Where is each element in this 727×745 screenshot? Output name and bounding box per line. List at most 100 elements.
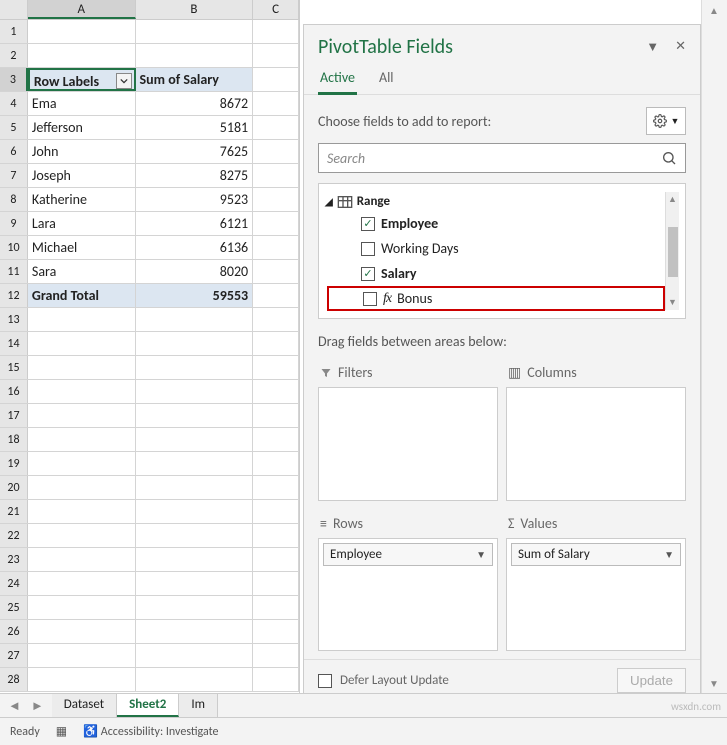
cell[interactable] xyxy=(253,188,299,211)
cell[interactable] xyxy=(253,260,299,283)
row-header[interactable]: 5 xyxy=(0,116,28,139)
cell[interactable] xyxy=(253,524,299,547)
col-header-c[interactable]: C xyxy=(253,0,299,19)
tab-active[interactable]: Active xyxy=(318,63,357,95)
cell[interactable]: Row Labels xyxy=(28,68,136,91)
row-header[interactable]: 25 xyxy=(0,596,28,619)
cell[interactable] xyxy=(28,548,136,571)
cell[interactable] xyxy=(253,668,299,691)
cell[interactable] xyxy=(136,356,254,379)
cell[interactable] xyxy=(28,644,136,667)
cell[interactable]: 6136 xyxy=(136,236,254,259)
cell[interactable] xyxy=(253,452,299,475)
row-header[interactable]: 9 xyxy=(0,212,28,235)
cell[interactable]: 6121 xyxy=(136,212,254,235)
cell[interactable] xyxy=(253,116,299,139)
cell[interactable]: 5181 xyxy=(136,116,254,139)
cell[interactable] xyxy=(28,20,136,43)
row-header[interactable]: 19 xyxy=(0,452,28,475)
row-header[interactable]: 18 xyxy=(0,428,28,451)
cell[interactable]: Sum of Salary xyxy=(136,68,254,91)
row-header[interactable]: 27 xyxy=(0,644,28,667)
cell[interactable] xyxy=(253,476,299,499)
cell[interactable]: Ema xyxy=(28,92,136,115)
field-checkbox[interactable] xyxy=(361,267,375,281)
collapse-icon[interactable]: ◢ xyxy=(325,195,333,208)
tab-all[interactable]: All xyxy=(377,63,396,94)
cell[interactable] xyxy=(253,68,299,91)
field-list-scrollbar[interactable]: ▲ ▼ xyxy=(665,192,679,310)
row-header[interactable]: 6 xyxy=(0,140,28,163)
cell[interactable] xyxy=(136,596,254,619)
row-header[interactable]: 20 xyxy=(0,476,28,499)
cell[interactable] xyxy=(28,572,136,595)
filter-dropdown-button[interactable] xyxy=(116,73,132,89)
cell[interactable] xyxy=(136,404,254,427)
field-checkbox[interactable] xyxy=(361,242,375,256)
update-button[interactable]: Update xyxy=(617,668,686,693)
cell[interactable] xyxy=(253,644,299,667)
row-header[interactable]: 21 xyxy=(0,500,28,523)
field-checkbox[interactable] xyxy=(361,217,375,231)
cell[interactable] xyxy=(253,380,299,403)
tab-nav[interactable]: ◄► xyxy=(0,694,52,717)
cell[interactable] xyxy=(136,524,254,547)
cell[interactable] xyxy=(253,404,299,427)
cell[interactable] xyxy=(253,572,299,595)
cell[interactable] xyxy=(253,500,299,523)
cell[interactable] xyxy=(28,476,136,499)
cell[interactable]: 59553 xyxy=(136,284,254,307)
cell[interactable]: Joseph xyxy=(28,164,136,187)
cell[interactable]: 7625 xyxy=(136,140,254,163)
macro-icon[interactable]: ▦ xyxy=(56,724,67,739)
row-header[interactable]: 17 xyxy=(0,404,28,427)
cell[interactable] xyxy=(136,644,254,667)
cell[interactable] xyxy=(253,20,299,43)
sheet-tab-sheet2[interactable]: Sheet2 xyxy=(117,694,179,717)
search-input[interactable]: Search xyxy=(318,143,686,173)
cell[interactable] xyxy=(28,356,136,379)
cell[interactable] xyxy=(136,428,254,451)
cell[interactable] xyxy=(253,212,299,235)
cell[interactable] xyxy=(28,404,136,427)
cell[interactable] xyxy=(253,356,299,379)
row-header[interactable]: 8 xyxy=(0,188,28,211)
cell[interactable] xyxy=(136,308,254,331)
row-header[interactable]: 16 xyxy=(0,380,28,403)
cell[interactable] xyxy=(136,620,254,643)
cell[interactable] xyxy=(136,20,254,43)
cell[interactable] xyxy=(28,524,136,547)
cell[interactable] xyxy=(136,452,254,475)
cell[interactable]: 8275 xyxy=(136,164,254,187)
cell[interactable] xyxy=(28,44,136,67)
cell[interactable] xyxy=(253,620,299,643)
select-all-corner[interactable] xyxy=(0,0,28,19)
row-header[interactable]: 23 xyxy=(0,548,28,571)
row-header[interactable]: 14 xyxy=(0,332,28,355)
rows-area[interactable]: ≡Rows Employee▼ xyxy=(318,509,498,652)
row-header[interactable]: 2 xyxy=(0,44,28,67)
pane-options-dropdown[interactable]: ▼ xyxy=(646,39,659,55)
row-header[interactable]: 4 xyxy=(0,92,28,115)
row-header[interactable]: 22 xyxy=(0,524,28,547)
cell[interactable]: 9523 xyxy=(136,188,254,211)
cell[interactable]: Michael xyxy=(28,236,136,259)
row-header[interactable]: 7 xyxy=(0,164,28,187)
cell[interactable]: Jefferson xyxy=(28,116,136,139)
col-header-b[interactable]: B xyxy=(136,0,254,19)
columns-area[interactable]: ▥Columns xyxy=(506,358,686,501)
values-item-sum-salary[interactable]: Sum of Salary▼ xyxy=(511,543,681,566)
cell[interactable] xyxy=(253,140,299,163)
row-header[interactable]: 26 xyxy=(0,620,28,643)
cell[interactable] xyxy=(253,92,299,115)
cell[interactable] xyxy=(253,164,299,187)
cell[interactable] xyxy=(136,332,254,355)
cell[interactable] xyxy=(253,308,299,331)
cell[interactable] xyxy=(253,428,299,451)
cell[interactable] xyxy=(136,668,254,691)
cell[interactable]: Lara xyxy=(28,212,136,235)
cell[interactable] xyxy=(253,332,299,355)
sheet-tab-im[interactable]: Im xyxy=(179,694,218,717)
cell[interactable]: 8672 xyxy=(136,92,254,115)
cell[interactable] xyxy=(136,572,254,595)
